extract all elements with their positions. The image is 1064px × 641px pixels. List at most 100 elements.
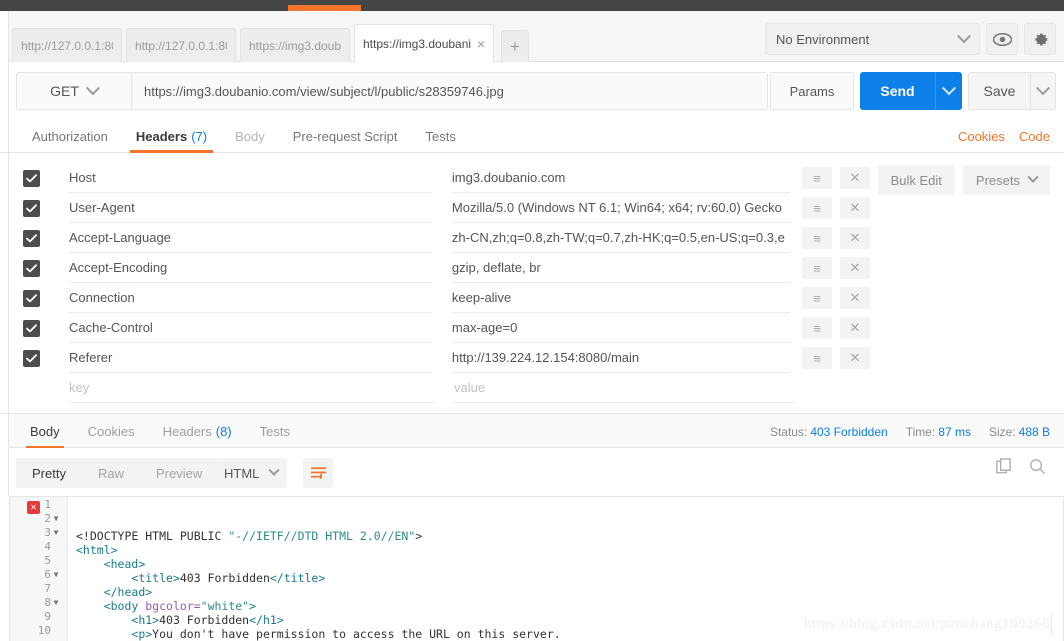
save-button[interactable]: Save <box>968 72 1030 110</box>
header-key-input[interactable]: Connection <box>69 283 432 313</box>
close-icon[interactable]: × <box>473 37 485 51</box>
view-pretty-button[interactable]: Pretty <box>16 458 82 488</box>
word-wrap-icon[interactable] <box>303 458 333 488</box>
tab-count: (7) <box>191 129 208 144</box>
bulk-edit-button[interactable]: Bulk Edit <box>877 165 955 195</box>
response-tab-body[interactable]: Body <box>16 414 74 449</box>
code-fold-toggle[interactable]: ▼ <box>51 598 61 607</box>
code-fold-toggle[interactable]: ▼ <box>51 528 61 537</box>
tab-body[interactable]: Body <box>221 120 279 153</box>
header-description-icon[interactable]: ≡ <box>802 197 832 219</box>
gear-icon[interactable] <box>1024 23 1056 55</box>
header-key-input[interactable]: Accept-Language <box>69 223 432 253</box>
header-key-input[interactable]: key <box>69 373 434 403</box>
url-input[interactable]: https://img3.doubanio.com/view/subject/l… <box>132 73 767 109</box>
header-key-input[interactable]: Cache-Control <box>69 313 432 343</box>
code-line-number: 9 <box>10 609 67 623</box>
header-enabled-checkbox[interactable] <box>23 349 40 367</box>
header-delete-icon[interactable]: ✕ <box>840 197 870 219</box>
size-badge: Size: 488 B <box>989 425 1050 439</box>
header-value-input[interactable]: value <box>454 373 794 403</box>
header-description-icon[interactable]: ≡ <box>802 257 832 279</box>
header-row-actions: ≡ ✕ <box>802 167 870 189</box>
code-line-number: 4 <box>10 539 67 553</box>
code-fold-toggle[interactable]: ▼ <box>51 570 61 579</box>
header-enabled-checkbox[interactable] <box>23 289 40 307</box>
header-value-input[interactable]: zh-CN,zh;q=0.8,zh-TW;q=0.7,zh-HK;q=0.5,e… <box>451 223 790 253</box>
header-value-input[interactable]: gzip, deflate, br <box>451 253 790 283</box>
tab-pre-request-script[interactable]: Pre-request Script <box>279 120 412 153</box>
header-delete-icon[interactable]: ✕ <box>840 167 870 189</box>
header-key-input[interactable]: Referer <box>69 343 432 373</box>
header-enabled-checkbox[interactable] <box>23 199 40 217</box>
search-icon[interactable] <box>1029 458 1046 480</box>
header-enabled-checkbox[interactable] <box>23 319 40 337</box>
header-description-icon[interactable]: ≡ <box>802 347 832 369</box>
tab-authorization[interactable]: Authorization <box>18 120 122 153</box>
header-description-icon[interactable]: ≡ <box>802 167 832 189</box>
http-method-select[interactable]: GET <box>17 73 132 109</box>
send-options-button[interactable] <box>935 72 962 110</box>
request-tab-3[interactable]: https://img3.doubanio.com. <box>240 28 350 62</box>
language-select[interactable]: HTML <box>215 458 287 488</box>
params-button[interactable]: Params <box>770 72 854 110</box>
response-tab-tests[interactable]: Tests <box>246 414 304 449</box>
header-key-input[interactable]: Accept-Encoding <box>69 253 432 283</box>
code-content[interactable]: <!DOCTYPE HTML PUBLIC "-//IETF//DTD HTML… <box>68 497 1063 641</box>
tab-headers[interactable]: Headers (7) <box>122 120 221 153</box>
header-enabled-checkbox[interactable] <box>23 259 40 277</box>
chevron-down-icon <box>85 81 100 96</box>
code-token: 403 Forbidden <box>179 571 270 585</box>
response-tab-cookies[interactable]: Cookies <box>74 414 149 449</box>
tab-tests[interactable]: Tests <box>412 120 470 153</box>
presets-button[interactable]: Presets <box>962 165 1050 195</box>
new-tab-button[interactable]: + <box>501 30 529 62</box>
header-delete-icon[interactable]: ✕ <box>840 287 870 309</box>
tabbar-left-rail <box>0 11 9 62</box>
line-number: 5 <box>44 553 51 567</box>
header-description-icon[interactable]: ≡ <box>802 317 832 339</box>
response-body-code-viewer[interactable]: 1 2 ▼ 3 ▼ 4 5 6 ▼ 7 8 ▼ 9 10 ✕ <!DOCTYPE HTML PUBLIC … <box>9 496 1064 641</box>
header-value-input[interactable]: img3.doubanio.com <box>451 163 790 193</box>
header-description-icon[interactable]: ≡ <box>802 287 832 309</box>
eye-icon[interactable] <box>986 23 1018 55</box>
status-value: 403 Forbidden <box>810 424 888 439</box>
header-delete-icon[interactable]: ✕ <box>840 257 870 279</box>
header-delete-icon[interactable]: ✕ <box>840 317 870 339</box>
header-delete-icon[interactable]: ✕ <box>840 227 870 249</box>
view-preview-button[interactable]: Preview <box>140 458 218 488</box>
save-options-button[interactable] <box>1030 72 1056 110</box>
header-value-input[interactable]: Mozilla/5.0 (Windows NT 6.1; Win64; x64;… <box>451 193 790 223</box>
header-key-input[interactable]: User-Agent <box>69 193 432 223</box>
tab-label: Body <box>30 424 60 439</box>
request-tab-4-active[interactable]: https://img3.doubanio × <box>354 24 494 62</box>
save-button-group: Save <box>968 72 1056 110</box>
header-enabled-checkbox[interactable] <box>23 169 40 187</box>
header-enabled-checkbox[interactable] <box>23 229 40 247</box>
header-delete-icon[interactable]: ✕ <box>840 347 870 369</box>
header-description-icon[interactable]: ≡ <box>802 227 832 249</box>
code-token: > <box>249 599 257 613</box>
request-tab-2[interactable]: http://127.0.0.1:8080/m/aut <box>126 28 236 62</box>
response-tab-headers[interactable]: Headers (8) <box>149 414 246 449</box>
cookies-link[interactable]: Cookies <box>958 129 1005 144</box>
view-raw-button[interactable]: Raw <box>82 458 140 488</box>
send-button[interactable]: Send <box>860 72 935 110</box>
copy-icon[interactable] <box>996 458 1013 480</box>
header-value-input[interactable]: max-age=0 <box>451 313 790 343</box>
header-value-input[interactable]: http://139.224.12.154:8080/main <box>451 343 790 373</box>
header-key-input[interactable]: Host <box>69 163 432 193</box>
header-enabled-checkbox[interactable] <box>23 380 40 397</box>
request-tab-1[interactable]: http://127.0.0.1:8080/m/aut <box>12 28 122 62</box>
environment-select[interactable]: No Environment <box>765 23 980 55</box>
window-title-strip <box>0 0 1064 11</box>
table-row: Referer http://139.224.12.154:8080/main ≡ ✕ <box>18 343 870 373</box>
header-value-input[interactable]: keep-alive <box>451 283 790 313</box>
chevron-down-icon <box>1027 171 1039 183</box>
code-link[interactable]: Code <box>1019 129 1050 144</box>
code-fold-toggle[interactable]: ▼ <box>51 514 61 523</box>
code-line-number: 8 ▼ <box>10 595 67 609</box>
